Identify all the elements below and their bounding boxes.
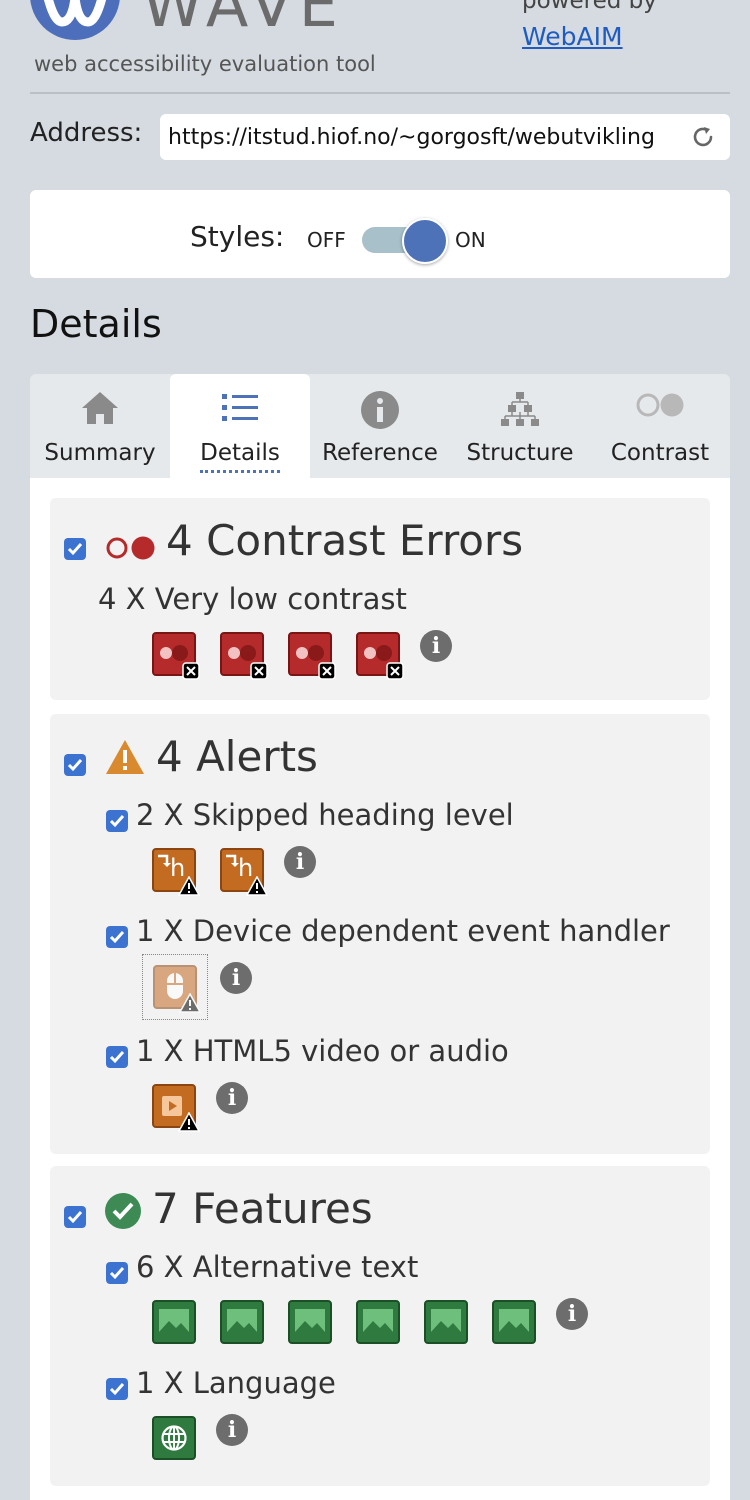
html5-media-label: 1 X HTML5 video or audio: [136, 1034, 509, 1068]
device-dependent-checkbox[interactable]: [106, 926, 128, 948]
styles-on-label: ON: [455, 228, 486, 252]
alt-text-marker[interactable]: [152, 1300, 196, 1344]
alt-text-label: 6 X Alternative text: [136, 1250, 419, 1284]
device-dependent-marker-frame: [142, 954, 208, 1020]
address-bar: [160, 114, 730, 160]
info-icon: [361, 391, 399, 429]
tab-structure-label: Structure: [466, 440, 574, 466]
device-dependent-marker[interactable]: [153, 965, 201, 1013]
alerts-title: 4 Alerts: [156, 732, 318, 781]
contrast-icon: [636, 393, 684, 417]
tab-reference[interactable]: Reference: [310, 374, 450, 478]
home-icon: [82, 392, 118, 424]
address-label: Address:: [30, 118, 143, 148]
image-icon: [363, 1309, 393, 1335]
tagline: web accessibility evaluation tool: [34, 52, 376, 76]
alt-text-checkbox[interactable]: [106, 1262, 128, 1284]
skipped-heading-marker[interactable]: h: [220, 848, 268, 896]
page-title: Details: [30, 302, 162, 346]
image-icon: [227, 1309, 257, 1335]
webaim-link[interactable]: WebAIM: [522, 22, 623, 51]
contrast-error-icon: [106, 536, 155, 560]
language-label: 1 X Language: [136, 1366, 336, 1400]
skipped-heading-marker[interactable]: h: [152, 848, 200, 896]
warning-badge-icon: [246, 876, 268, 896]
contrast-error-marker[interactable]: [288, 632, 336, 680]
image-icon: [499, 1309, 529, 1335]
alt-text-marker[interactable]: [356, 1300, 400, 1344]
contrast-errors-checkbox[interactable]: [64, 538, 86, 560]
styles-panel: Styles: OFF ON: [30, 190, 730, 278]
tab-summary[interactable]: Summary: [30, 374, 170, 478]
tab-reference-label: Reference: [322, 440, 438, 466]
tab-bar: Summary Details Reference Structure Cont…: [30, 374, 730, 478]
wave-logo-icon: [30, 0, 120, 40]
warning-badge-icon: [179, 993, 201, 1013]
skip-arrow-icon: [226, 854, 239, 867]
features-checkbox[interactable]: [64, 1206, 86, 1228]
info-icon[interactable]: i: [556, 1298, 588, 1330]
tab-structure[interactable]: Structure: [450, 374, 590, 478]
skip-arrow-icon: [158, 854, 171, 867]
feature-check-icon: [105, 1193, 141, 1229]
contrast-error-marker[interactable]: [220, 632, 268, 680]
alerts-checkbox[interactable]: [64, 754, 86, 776]
image-icon: [431, 1309, 461, 1335]
tab-details[interactable]: Details: [170, 374, 310, 478]
skipped-heading-label: 2 X Skipped heading level: [136, 798, 514, 832]
features-title: 7 Features: [152, 1184, 373, 1233]
image-icon: [295, 1309, 325, 1335]
reload-icon[interactable]: [690, 124, 716, 150]
language-checkbox[interactable]: [106, 1378, 128, 1400]
html5-media-checkbox[interactable]: [106, 1046, 128, 1068]
features-group: 7 Features 6 X Alternative text i 1 X La…: [50, 1166, 710, 1486]
styles-off-label: OFF: [307, 228, 346, 252]
warning-badge-icon: [178, 1112, 200, 1132]
alt-text-marker[interactable]: [220, 1300, 264, 1344]
language-marker[interactable]: [152, 1416, 196, 1460]
html5-media-marker[interactable]: [152, 1084, 200, 1132]
alt-text-marker[interactable]: [288, 1300, 332, 1344]
contrast-errors-title: 4 Contrast Errors: [166, 516, 524, 565]
list-icon: [222, 394, 258, 421]
tab-summary-label: Summary: [44, 440, 156, 466]
info-icon[interactable]: i: [216, 1414, 248, 1446]
tab-contrast[interactable]: Contrast: [590, 374, 730, 478]
contrast-errors-group: 4 Contrast Errors 4 X Very low contrast …: [50, 498, 710, 700]
details-panel: 4 Contrast Errors 4 X Very low contrast …: [30, 478, 730, 1500]
info-icon[interactable]: i: [284, 846, 316, 878]
image-icon: [159, 1309, 189, 1335]
powered-by-text: powered by: [522, 0, 657, 14]
address-input[interactable]: [168, 114, 678, 160]
styles-toggle-knob[interactable]: [402, 218, 448, 264]
contrast-error-marker[interactable]: [356, 632, 404, 680]
alert-warning-icon: [106, 740, 144, 774]
styles-label: Styles:: [190, 220, 285, 253]
very-low-contrast-label: 4 X Very low contrast: [98, 582, 407, 616]
alerts-group: 4 Alerts 2 X Skipped heading level h h i…: [50, 714, 710, 1154]
contrast-error-marker[interactable]: [152, 632, 200, 680]
tab-contrast-label: Contrast: [610, 440, 710, 466]
info-icon[interactable]: i: [216, 1082, 248, 1114]
skipped-heading-checkbox[interactable]: [106, 810, 128, 832]
header: WAVE web accessibility evaluation tool p…: [30, 0, 730, 94]
wave-wordmark: WAVE: [142, 0, 344, 41]
globe-icon: [161, 1425, 187, 1451]
alt-text-marker[interactable]: [492, 1300, 536, 1344]
device-dependent-label: 1 X Device dependent event handler: [136, 914, 670, 948]
tab-details-label: Details: [200, 440, 280, 473]
info-icon[interactable]: i: [420, 630, 452, 662]
alt-text-marker[interactable]: [424, 1300, 468, 1344]
hierarchy-icon: [501, 392, 539, 426]
info-icon[interactable]: i: [220, 962, 252, 994]
warning-badge-icon: [178, 876, 200, 896]
